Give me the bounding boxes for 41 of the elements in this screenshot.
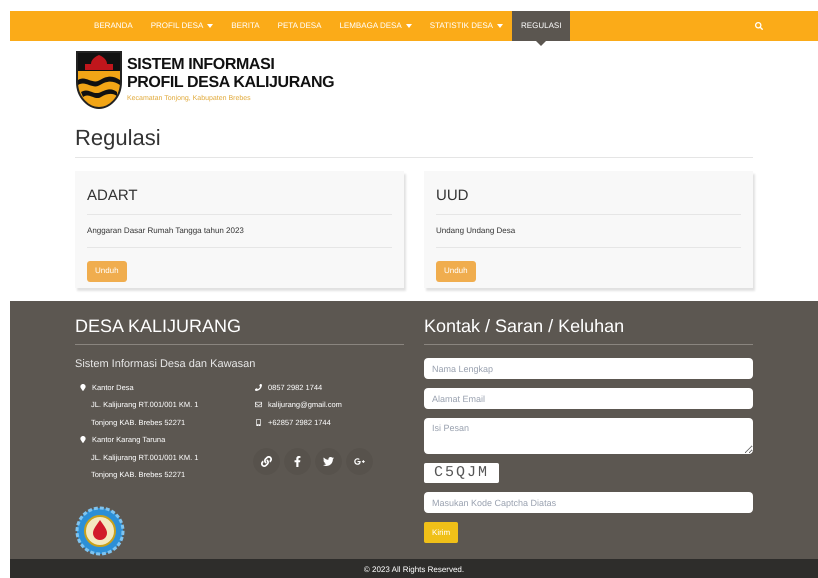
footer-subtitle: Sistem Informasi Desa dan Kawasan xyxy=(75,357,256,372)
pointer-icon xyxy=(536,41,546,46)
document-description: Anggaran Dasar Rumah Tangga tahun 2023 xyxy=(87,214,392,248)
facebook-icon xyxy=(292,456,303,467)
google-plus-link[interactable] xyxy=(346,448,373,475)
nav-item[interactable]: PETA DESA xyxy=(268,11,330,41)
phone-icon xyxy=(255,384,262,391)
send-button[interactable]: Kirim xyxy=(424,522,458,543)
mobile-phone-icon xyxy=(255,418,262,426)
nav-item[interactable]: PROFIL DESA xyxy=(142,11,222,41)
contact-form-title: Kontak / Saran / Keluhan xyxy=(424,313,753,345)
footer-title: DESA KALIJURANG xyxy=(75,313,404,345)
nav-item[interactable]: STATISTIK DESA xyxy=(420,11,512,41)
link-link[interactable] xyxy=(253,448,280,475)
document-title: ADART xyxy=(87,185,392,214)
twitter-icon xyxy=(323,456,334,467)
input-field[interactable]: Alamat Email xyxy=(424,388,753,409)
input-field[interactable]: Nama Lengkap xyxy=(424,358,753,379)
nav-item[interactable]: LEMBAGA DESA xyxy=(330,11,421,41)
document-description: Undang Undang Desa xyxy=(436,214,741,248)
page-title: Regulasi xyxy=(75,124,162,152)
facebook-link[interactable] xyxy=(284,448,311,475)
site-title: PROFIL DESA KALIJURANG xyxy=(127,74,334,92)
location-pin-icon xyxy=(80,436,86,444)
location-pin-icon xyxy=(80,384,86,391)
download-button[interactable]: Unduh xyxy=(436,260,476,282)
nav-item[interactable]: BERITA xyxy=(222,11,269,41)
message-field[interactable]: Isi Pesan xyxy=(424,418,753,454)
download-button[interactable]: Unduh xyxy=(87,260,127,282)
twitter-link[interactable] xyxy=(315,448,342,475)
shield-emblem-icon xyxy=(75,50,123,110)
copyright-text: © 2023 All Rights Reserved. xyxy=(364,564,464,576)
captcha-image: C5QJM xyxy=(424,463,499,483)
link-icon xyxy=(261,456,272,467)
site-title: SISTEM INFORMASI xyxy=(127,56,276,74)
document-title: UUD xyxy=(436,185,741,214)
google-plus-icon xyxy=(354,456,365,467)
captcha-field[interactable]: Masukan Kode Captcha Diatas xyxy=(424,492,753,513)
nav-item[interactable]: BERANDA xyxy=(85,11,142,41)
emblem-icon xyxy=(75,506,125,556)
envelope-icon xyxy=(255,401,262,408)
